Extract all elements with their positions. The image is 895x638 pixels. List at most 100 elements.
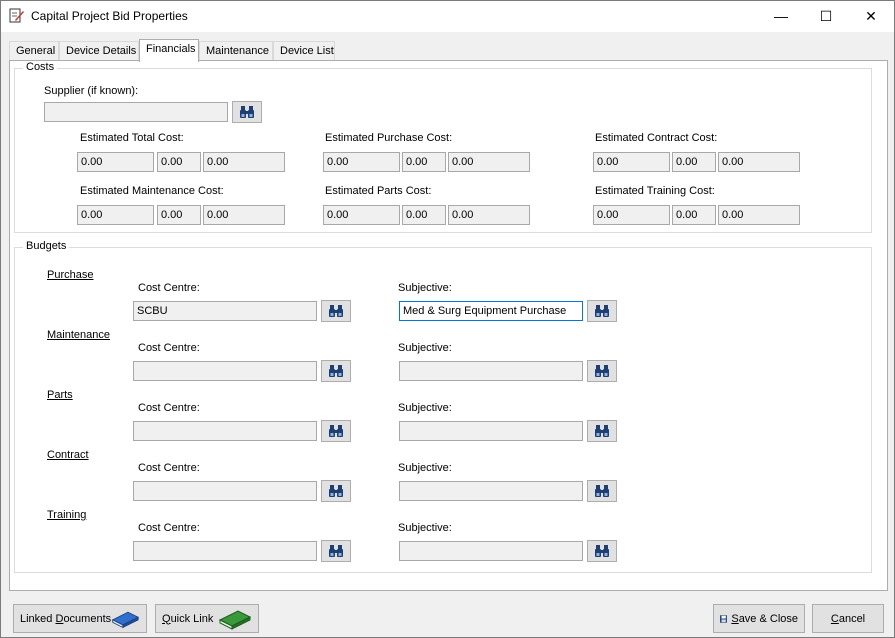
parts-subjective-label: Subjective: [398, 402, 452, 414]
budget-section-contract[interactable]: Contract [47, 449, 89, 461]
training-cost-part3[interactable]: 0.00 [718, 205, 800, 225]
parts-subjective-lookup-button[interactable] [587, 420, 617, 442]
contract-subjective-label: Subjective: [398, 462, 452, 474]
total-cost-label: Estimated Total Cost: [80, 132, 184, 144]
save-disk-icon [720, 614, 728, 623]
training-cost-centre-label: Cost Centre: [138, 522, 200, 534]
tab-financials[interactable]: Financials [139, 39, 199, 62]
maximize-button[interactable]: ☐ [803, 1, 849, 32]
contract-cost-centre-label: Cost Centre: [138, 462, 200, 474]
contract-cost-centre-lookup-button[interactable] [321, 480, 351, 502]
parts-cost-centre-input[interactable] [133, 421, 317, 441]
financials-panel: Costs Supplier (if known): Estimated Tot… [9, 60, 888, 591]
supplier-input[interactable] [44, 102, 228, 122]
save-close-label: Save & Close [731, 612, 798, 625]
purchase-cost-amount[interactable]: 0.00 [323, 152, 400, 172]
binoculars-icon [329, 485, 343, 497]
budgets-legend: Budgets [23, 240, 70, 252]
document-edit-icon [9, 8, 24, 23]
purchase-cost-centre-label: Cost Centre: [138, 282, 200, 294]
parts-cost-part3[interactable]: 0.00 [448, 205, 530, 225]
parts-subjective-input[interactable] [399, 421, 583, 441]
binoculars-icon [595, 305, 609, 317]
maintenance-cost-centre-lookup-button[interactable] [321, 360, 351, 382]
training-cost-centre-lookup-button[interactable] [321, 540, 351, 562]
parts-cost-amount[interactable]: 0.00 [323, 205, 400, 225]
binoculars-icon [240, 106, 254, 118]
costs-legend: Costs [23, 61, 58, 73]
maintenance-cost-centre-input[interactable] [133, 361, 317, 381]
maintenance-cost-part2[interactable]: 0.00 [157, 205, 201, 225]
save-close-button[interactable]: Save & Close [713, 604, 805, 633]
maintenance-cost-amount[interactable]: 0.00 [77, 205, 154, 225]
contract-subjective-input[interactable] [399, 481, 583, 501]
supplier-lookup-button[interactable] [232, 101, 262, 123]
training-cost-part2[interactable]: 0.00 [672, 205, 716, 225]
purchase-subjective-lookup-button[interactable] [587, 300, 617, 322]
budget-section-training[interactable]: Training [47, 509, 86, 521]
maintenance-cost-part3[interactable]: 0.00 [203, 205, 285, 225]
total-cost-part2[interactable]: 0.00 [157, 152, 201, 172]
cancel-label: Cancel [830, 612, 866, 625]
training-subjective-input[interactable] [399, 541, 583, 561]
training-cost-centre-input[interactable] [133, 541, 317, 561]
contract-subjective-lookup-button[interactable] [587, 480, 617, 502]
contract-cost-part3[interactable]: 0.00 [718, 152, 800, 172]
parts-cost-part2[interactable]: 0.00 [402, 205, 446, 225]
purchase-cost-label: Estimated Purchase Cost: [325, 132, 453, 144]
binoculars-icon [595, 365, 609, 377]
parts-cost-centre-label: Cost Centre: [138, 402, 200, 414]
purchase-cost-centre-lookup-button[interactable] [321, 300, 351, 322]
close-button[interactable]: ✕ [848, 1, 894, 32]
tab-maintenance[interactable]: Maintenance [199, 41, 273, 61]
maintenance-subjective-lookup-button[interactable] [587, 360, 617, 382]
training-cost-label: Estimated Training Cost: [595, 185, 715, 197]
purchase-cost-part2[interactable]: 0.00 [402, 152, 446, 172]
title-bar: Capital Project Bid Properties — ☐ ✕ [1, 1, 894, 32]
purchase-cost-part3[interactable]: 0.00 [448, 152, 530, 172]
total-cost-amount[interactable]: 0.00 [77, 152, 154, 172]
linked-documents-label: Linked Documents [20, 612, 112, 625]
binoculars-icon [329, 425, 343, 437]
binoculars-icon [595, 545, 609, 557]
costs-group: Costs Supplier (if known): Estimated Tot… [14, 61, 872, 233]
supplier-label: Supplier (if known): [44, 85, 139, 97]
binoculars-icon [595, 425, 609, 437]
linked-documents-button[interactable]: Linked Documents [13, 604, 147, 633]
contract-cost-part2[interactable]: 0.00 [672, 152, 716, 172]
contract-cost-centre-input[interactable] [133, 481, 317, 501]
tab-device-list[interactable]: Device List [273, 41, 335, 61]
binoculars-icon [329, 365, 343, 377]
total-cost-part3[interactable]: 0.00 [203, 152, 285, 172]
purchase-subjective-input[interactable]: Med & Surg Equipment Purchase [399, 301, 583, 321]
properties-window: Capital Project Bid Properties — ☐ ✕ Gen… [0, 0, 895, 638]
tab-general[interactable]: General [9, 41, 59, 61]
binoculars-icon [329, 305, 343, 317]
budget-section-maintenance[interactable]: Maintenance [47, 329, 110, 341]
training-subjective-label: Subjective: [398, 522, 452, 534]
purchase-subjective-label: Subjective: [398, 282, 452, 294]
maintenance-subjective-input[interactable] [399, 361, 583, 381]
window-title: Capital Project Bid Properties [31, 9, 188, 23]
binoculars-icon [595, 485, 609, 497]
maintenance-subjective-label: Subjective: [398, 342, 452, 354]
budget-section-parts[interactable]: Parts [47, 389, 73, 401]
contract-cost-amount[interactable]: 0.00 [593, 152, 670, 172]
contract-cost-label: Estimated Contract Cost: [595, 132, 718, 144]
blue-book-icon [111, 611, 140, 628]
quick-link-label: Quick Link [162, 612, 214, 625]
purchase-cost-centre-input[interactable]: SCBU [133, 301, 317, 321]
cancel-button[interactable]: Cancel [812, 604, 884, 633]
green-book-icon [218, 609, 252, 630]
budget-section-purchase[interactable]: Purchase [47, 269, 93, 281]
maintenance-cost-label: Estimated Maintenance Cost: [80, 185, 224, 197]
parts-cost-centre-lookup-button[interactable] [321, 420, 351, 442]
tab-device-details[interactable]: Device Details [59, 41, 139, 61]
training-cost-amount[interactable]: 0.00 [593, 205, 670, 225]
parts-cost-label: Estimated Parts Cost: [325, 185, 432, 197]
binoculars-icon [329, 545, 343, 557]
quick-link-button[interactable]: Quick Link [155, 604, 259, 633]
training-subjective-lookup-button[interactable] [587, 540, 617, 562]
maintenance-cost-centre-label: Cost Centre: [138, 342, 200, 354]
minimize-button[interactable]: — [758, 1, 804, 32]
